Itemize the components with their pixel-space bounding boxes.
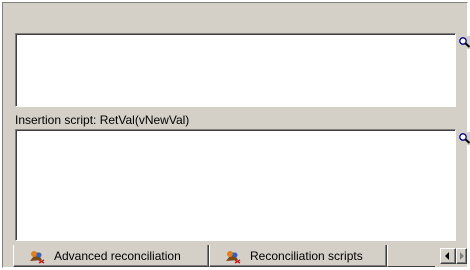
magnifier-icon [459, 37, 470, 48]
tab-strip-filler [387, 245, 435, 267]
reconciliation-icon [28, 248, 46, 264]
arrow-left-icon [445, 252, 449, 260]
tab-advanced-reconciliation[interactable]: Advanced reconciliation [13, 245, 209, 267]
script-textbox-top[interactable] [15, 33, 456, 107]
arrow-right-icon [459, 252, 464, 260]
reconciliation-icon [224, 248, 242, 264]
tab-label: Reconciliation scripts [250, 248, 363, 263]
magnifier-icon [459, 133, 470, 144]
tab-scroll-right-button[interactable] [456, 248, 467, 264]
tab-label: Advanced reconciliation [54, 248, 181, 263]
tab-reconciliation-scripts[interactable]: Reconciliation scripts [209, 245, 387, 267]
tab-bar: Advanced reconciliation Reconciliation s… [3, 243, 467, 267]
tab-scroll-left-button[interactable] [440, 248, 456, 264]
reconciliation-scripts-panel: Insertion script: RetVal(vNewVal) Advanc… [2, 2, 470, 268]
zoom-button-top[interactable] [458, 36, 470, 49]
insertion-script-label: Insertion script: RetVal(vNewVal) [15, 113, 190, 127]
insertion-script-textbox[interactable] [15, 129, 456, 241]
zoom-button-insertion[interactable] [458, 132, 470, 145]
